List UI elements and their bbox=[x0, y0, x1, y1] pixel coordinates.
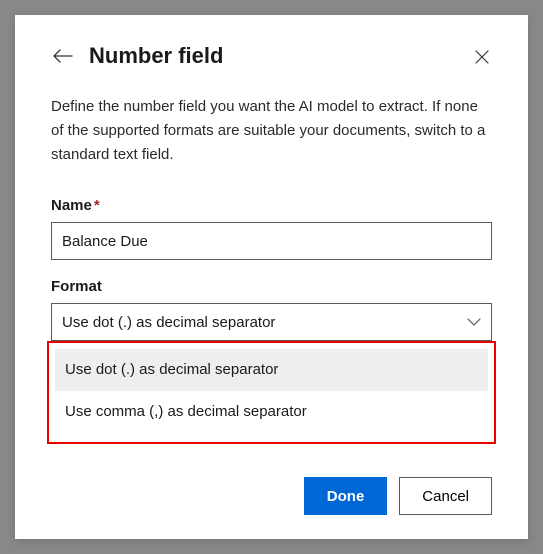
name-label: Name* bbox=[51, 197, 492, 214]
close-icon[interactable] bbox=[472, 47, 492, 67]
format-label: Format bbox=[51, 278, 492, 295]
format-option-dot[interactable]: Use dot (.) as decimal separator bbox=[55, 349, 488, 390]
panel-header: Number field bbox=[51, 43, 492, 69]
required-asterisk: * bbox=[94, 197, 100, 214]
format-dropdown[interactable]: Use dot (.) as decimal separator bbox=[51, 303, 492, 341]
back-arrow-icon[interactable] bbox=[51, 44, 75, 68]
panel-description: Define the number field you want the AI … bbox=[51, 95, 492, 167]
panel-title: Number field bbox=[89, 43, 223, 69]
name-input[interactable] bbox=[51, 222, 492, 260]
name-label-text: Name bbox=[51, 197, 92, 214]
number-field-panel: Number field Define the number field you… bbox=[15, 15, 528, 539]
format-option-comma[interactable]: Use comma (,) as decimal separator bbox=[55, 390, 488, 432]
format-dropdown-list: Use dot (.) as decimal separator Use com… bbox=[47, 341, 496, 444]
format-select-wrapper: Use dot (.) as decimal separator Use dot… bbox=[51, 303, 492, 341]
cancel-button[interactable]: Cancel bbox=[399, 477, 492, 515]
done-button[interactable]: Done bbox=[304, 477, 388, 515]
chevron-down-icon bbox=[467, 318, 481, 326]
panel-footer: Done Cancel bbox=[304, 477, 492, 515]
format-selected-value: Use dot (.) as decimal separator bbox=[62, 314, 275, 331]
